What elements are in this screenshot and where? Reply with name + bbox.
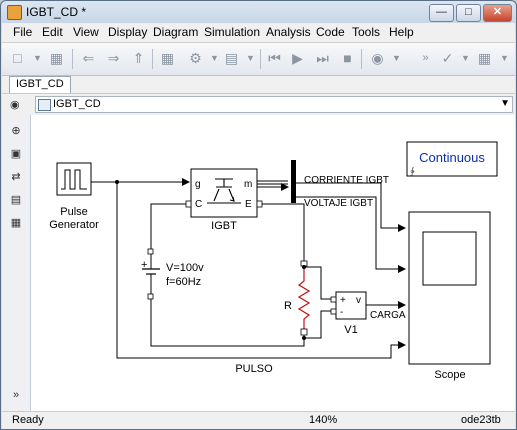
settings-dropdown-icon[interactable]: ▼ xyxy=(206,50,223,67)
pulse-generator-block[interactable]: Pulse Generator xyxy=(49,162,99,231)
more-tools-icon[interactable]: » xyxy=(417,50,434,67)
status-bar: Ready 140% ode23tb xyxy=(2,411,515,429)
resistor-label: R xyxy=(284,300,292,312)
menu-simulation[interactable]: Simulation xyxy=(204,25,260,39)
menu-bar: File Edit View Display Diagram Simulatio… xyxy=(2,23,515,43)
palette: ⊕ ▣ ⇄ ▤ ▦ » xyxy=(2,115,31,411)
igbt-block[interactable]: g C m E IGBT xyxy=(190,168,258,232)
forward-icon[interactable]: ⇒ xyxy=(105,50,122,67)
block-diagram: Pulse Generator g C m E IGBT CORRIENTE I… xyxy=(49,141,498,381)
powergui-block[interactable]: Continuous ∳ xyxy=(406,141,498,177)
demux-block[interactable] xyxy=(291,160,296,203)
voltmeter-label: V1 xyxy=(344,324,357,336)
menu-code[interactable]: Code xyxy=(316,25,345,39)
scope-screen xyxy=(422,231,477,286)
signal-label-pulse: PULSO xyxy=(235,363,273,375)
fit-to-view-icon[interactable]: ▣ xyxy=(9,148,23,161)
pulse-generator-label: Pulse xyxy=(60,206,88,218)
source-plus-sign: + xyxy=(141,259,147,271)
record-icon[interactable]: ◉ xyxy=(369,50,386,67)
title-bar: IGBT_CD * — □ ✕ xyxy=(1,1,516,23)
menu-help[interactable]: Help xyxy=(389,25,414,39)
model-path-text: IGBT_CD xyxy=(53,98,101,110)
address-bar: ◉ IGBT_CD ▼ xyxy=(2,93,515,115)
voltmeter-block[interactable]: + - v V1 xyxy=(330,291,367,336)
pulse-generator-label-2: Generator xyxy=(49,219,99,231)
menu-tools[interactable]: Tools xyxy=(352,25,380,39)
resistor-block[interactable]: R xyxy=(284,260,311,336)
menu-edit[interactable]: Edit xyxy=(42,25,63,39)
back-icon[interactable]: ⇐ xyxy=(80,50,97,67)
scope-block[interactable]: Scope xyxy=(408,211,491,381)
step-forward-icon[interactable]: ⏭ xyxy=(314,50,331,67)
voltmeter-symbol: v xyxy=(356,295,361,306)
model-icon xyxy=(38,99,51,111)
wire-return[interactable] xyxy=(150,299,305,347)
model-explorer-icon[interactable]: ▤ xyxy=(223,50,240,67)
settings-gear-icon[interactable]: ⚙ xyxy=(187,50,204,67)
check-model-icon[interactable]: ✓ xyxy=(439,50,456,67)
save-icon[interactable]: ▦ xyxy=(48,50,65,67)
new-model-icon[interactable]: □ xyxy=(9,50,26,67)
igbt-label: IGBT xyxy=(211,220,237,232)
igbt-port-e: E xyxy=(245,199,252,210)
path-dropdown-icon[interactable]: ▼ xyxy=(500,98,510,109)
hide-explorer-icon[interactable]: ◉ xyxy=(10,98,20,111)
toolbar: □ ▼ ▦ ⇐ ⇒ ⇑ ▦ ⚙ ▼ ▤ ▼ ⏮ ▶ ⏭ ■ ◉ ▼ » ✓ ▼ … xyxy=(2,43,515,76)
library-browser-icon[interactable]: ▦ xyxy=(159,50,176,67)
signal-label-voltage: VOLTAJE IGBT xyxy=(304,198,373,209)
view-dropdown-icon[interactable]: ▼ xyxy=(496,50,513,67)
menu-file[interactable]: File xyxy=(13,25,32,39)
source-frequency-label: f=60Hz xyxy=(166,276,201,288)
stop-icon[interactable]: ■ xyxy=(339,50,356,67)
voltmeter-plus: + xyxy=(340,295,346,306)
check-dropdown-icon[interactable]: ▼ xyxy=(457,50,474,67)
status-ready: Ready xyxy=(12,414,44,426)
tab-igbt-cd[interactable]: IGBT_CD xyxy=(9,76,71,93)
record-dropdown-icon[interactable]: ▼ xyxy=(388,50,405,67)
igbt-port-g: g xyxy=(195,179,201,190)
scope-label: Scope xyxy=(434,369,465,381)
dc-voltage-source[interactable]: + V=100v f=60Hz xyxy=(141,248,204,300)
signal-label-current: CORRIENTE IGBT xyxy=(304,175,389,186)
menu-display[interactable]: Display xyxy=(108,25,147,39)
maximize-button[interactable]: □ xyxy=(456,4,481,22)
simulink-icon xyxy=(7,5,22,20)
view-grid-icon[interactable]: ▦ xyxy=(476,50,493,67)
new-dropdown-icon[interactable]: ▼ xyxy=(29,50,46,67)
signal-label-load: CARGA xyxy=(370,310,406,321)
minimize-button[interactable]: — xyxy=(429,4,454,22)
igbt-port-m: m xyxy=(244,179,252,190)
step-back-icon[interactable]: ⏮ xyxy=(266,50,283,67)
simulink-window: IGBT_CD * — □ ✕ File Edit View Display D… xyxy=(0,0,517,430)
tab-bar: IGBT_CD xyxy=(2,76,515,93)
status-zoom: 140% xyxy=(309,414,338,426)
run-icon[interactable]: ▶ xyxy=(289,50,306,67)
wire-collector[interactable] xyxy=(150,203,186,249)
model-path-field[interactable]: IGBT_CD ▼ xyxy=(35,96,513,113)
zoom-in-icon[interactable]: ⊕ xyxy=(9,125,23,138)
image-icon[interactable]: ▦ xyxy=(9,217,23,230)
close-button[interactable]: ✕ xyxy=(483,4,512,22)
powergui-icon: ∳ xyxy=(410,166,415,176)
up-icon[interactable]: ⇑ xyxy=(130,50,147,67)
route-lines-icon[interactable]: ⇄ xyxy=(9,171,23,184)
window-title: IGBT_CD * xyxy=(26,5,87,19)
status-solver: ode23tb xyxy=(461,414,501,426)
menu-diagram[interactable]: Diagram xyxy=(153,25,198,39)
expand-palette-icon[interactable]: » xyxy=(9,389,23,402)
powergui-continuous-label: Continuous xyxy=(419,150,485,165)
menu-view[interactable]: View xyxy=(73,25,99,39)
igbt-port-c: C xyxy=(195,199,202,210)
annotation-icon[interactable]: ▤ xyxy=(9,194,23,207)
source-voltage-label: V=100v xyxy=(166,262,204,274)
voltmeter-minus: - xyxy=(340,307,343,318)
model-canvas[interactable]: Pulse Generator g C m E IGBT CORRIENTE I… xyxy=(31,115,515,411)
menu-analysis[interactable]: Analysis xyxy=(266,25,311,39)
wire-emitter[interactable] xyxy=(262,203,305,261)
explorer-dropdown-icon[interactable]: ▼ xyxy=(242,50,259,67)
